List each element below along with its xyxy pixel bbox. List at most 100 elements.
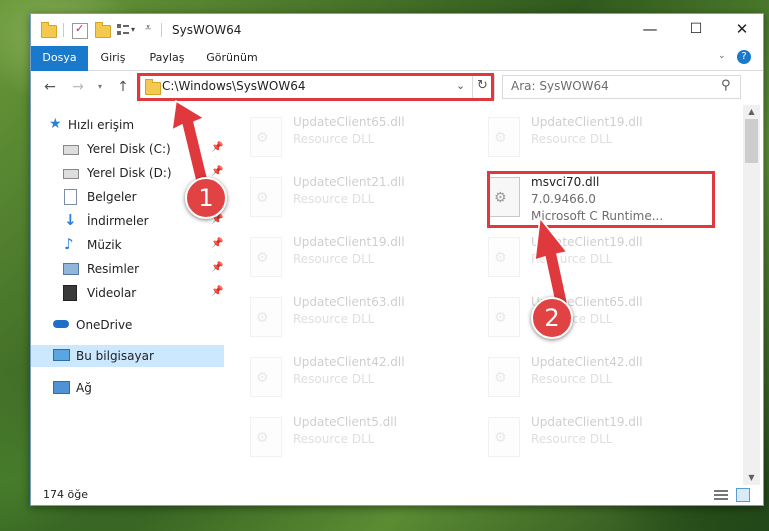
nav-item-network[interactable]: Ağ xyxy=(31,377,224,399)
list-item[interactable]: ⚙ UpdateClient65.dll Resource DLL xyxy=(488,293,718,341)
details-view-icon[interactable] xyxy=(714,489,728,501)
scrollbar-thumb[interactable] xyxy=(745,119,758,163)
tab-view[interactable]: Görünüm xyxy=(196,46,268,70)
nav-item-label: Videolar xyxy=(87,286,137,300)
recent-locations-button[interactable]: ▾ xyxy=(90,77,110,97)
nav-item-music[interactable]: ♪ Müzik 📌 xyxy=(31,234,224,256)
list-item[interactable]: ⚙ UpdateClient63.dll Resource DLL xyxy=(250,293,480,341)
list-item[interactable]: ⚙ UpdateClient42.dll Resource DLL xyxy=(250,353,480,401)
vertical-scrollbar[interactable]: ▲ ▼ xyxy=(743,105,760,485)
title-separator xyxy=(161,23,162,37)
item-count: 174 öğe xyxy=(43,488,88,501)
properties-icon[interactable]: ✓ xyxy=(72,22,88,39)
file-type: Resource DLL xyxy=(531,372,613,386)
nav-item-quick-access[interactable]: ★ Hızlı erişim xyxy=(31,114,224,136)
file-type: Resource DLL xyxy=(531,252,613,266)
list-item[interactable]: ⚙ UpdateClient21.dll Resource DLL xyxy=(250,173,480,221)
cloud-icon xyxy=(53,320,69,328)
minimize-button[interactable]: — xyxy=(627,14,673,44)
file-type: Resource DLL xyxy=(293,192,375,206)
address-highlight-box xyxy=(137,73,494,101)
dll-file-icon: ⚙ xyxy=(488,297,520,337)
help-icon[interactable]: ? xyxy=(737,50,751,64)
navigation-pane: ★ Hızlı erişim Yerel Disk (C:) 📌 Yerel D… xyxy=(31,105,226,485)
chevron-down-icon[interactable]: ▾ xyxy=(131,25,135,41)
nav-item-label: Bu bilgisayar xyxy=(76,349,154,363)
forward-button[interactable]: → xyxy=(68,77,88,97)
dll-file-icon: ⚙ xyxy=(488,417,520,457)
search-icon[interactable]: ⚲ xyxy=(721,78,731,93)
file-name: UpdateClient65.dll xyxy=(293,115,405,129)
dll-file-icon: ⚙ xyxy=(488,237,520,277)
dll-file-icon: ⚙ xyxy=(250,177,282,217)
ribbon-tabs: Dosya Giriş Paylaş Görünüm ⌄ ? xyxy=(31,46,763,94)
maximize-button[interactable]: ☐ xyxy=(673,14,719,44)
file-name: UpdateClient42.dll xyxy=(293,355,405,369)
network-icon xyxy=(53,381,70,394)
view-menu-icon[interactable] xyxy=(117,24,129,36)
dll-file-icon: ⚙ xyxy=(250,117,282,157)
up-button[interactable]: ↑ xyxy=(113,77,133,97)
file-name: UpdateClient21.dll xyxy=(293,175,405,189)
ribbon-expand-icon[interactable]: ⌄ xyxy=(718,51,726,61)
drive-icon xyxy=(63,169,79,179)
list-item[interactable]: ⚙ UpdateClient19.dll Resource DLL xyxy=(250,233,480,281)
new-folder-icon[interactable] xyxy=(95,22,111,38)
nav-item-videos[interactable]: Videolar 📌 xyxy=(31,282,224,304)
file-type: Resource DLL xyxy=(293,252,375,266)
pin-icon: 📌 xyxy=(211,262,224,273)
dll-file-icon: ⚙ xyxy=(250,357,282,397)
pin-icon: 📌 xyxy=(211,142,224,153)
documents-icon xyxy=(64,189,77,205)
tab-home[interactable]: Giriş xyxy=(88,46,138,70)
window-folder-icon xyxy=(41,22,57,38)
file-name: UpdateClient19.dll xyxy=(531,415,643,429)
file-type: Resource DLL xyxy=(293,132,375,146)
computer-icon xyxy=(53,349,70,361)
nav-item-label: Hızlı erişim xyxy=(68,118,135,132)
scroll-down-icon[interactable]: ▼ xyxy=(743,471,760,485)
nav-item-label: İndirmeler xyxy=(87,214,149,228)
file-name: UpdateClient19.dll xyxy=(531,115,643,129)
drive-icon xyxy=(63,145,79,155)
search-input[interactable]: Ara: SysWOW64 ⚲ xyxy=(502,75,741,99)
file-highlight-box xyxy=(487,171,715,228)
list-item[interactable]: ⚙ UpdateClient19.dll Resource DLL xyxy=(488,113,718,161)
dll-file-icon: ⚙ xyxy=(250,417,282,457)
nav-item-local-disk-c[interactable]: Yerel Disk (C:) 📌 xyxy=(31,138,224,160)
list-item[interactable]: ⚙ UpdateClient19.dll Resource DLL xyxy=(488,413,718,461)
nav-item-label: Resimler xyxy=(87,262,140,276)
window-title: SysWOW64 xyxy=(172,23,242,37)
music-icon: ♪ xyxy=(64,235,74,253)
dll-file-icon: ⚙ xyxy=(488,357,520,397)
tiles-view-icon[interactable] xyxy=(736,488,750,502)
nav-item-pictures[interactable]: Resimler 📌 xyxy=(31,258,224,280)
back-button[interactable]: ← xyxy=(40,77,60,97)
list-item[interactable]: ⚙ UpdateClient65.dll Resource DLL xyxy=(250,113,480,161)
file-name: UpdateClient19.dll xyxy=(293,235,405,249)
search-placeholder: Ara: SysWOW64 xyxy=(511,79,609,93)
nav-item-label: OneDrive xyxy=(76,318,133,332)
tab-share[interactable]: Paylaş xyxy=(138,46,196,70)
pictures-icon xyxy=(63,263,79,275)
list-item[interactable]: ⚙ UpdateClient19.dll Resource DLL xyxy=(488,233,718,281)
videos-icon xyxy=(63,285,77,301)
pin-icon: 📌 xyxy=(211,286,224,297)
list-item[interactable]: ⚙ UpdateClient42.dll Resource DLL xyxy=(488,353,718,401)
close-button[interactable]: ✕ xyxy=(719,14,763,44)
pin-icon: 📌 xyxy=(211,238,224,249)
status-bar: 174 öğe xyxy=(31,485,763,505)
title-bar: ✓ ▾ ⩡ SysWOW64 — ☐ ✕ xyxy=(31,14,763,46)
nav-item-onedrive[interactable]: OneDrive xyxy=(31,314,224,336)
list-item[interactable]: ⚙ UpdateClient5.dll Resource DLL xyxy=(250,413,480,461)
nav-item-label: Belgeler xyxy=(87,190,137,204)
file-type: Resource DLL xyxy=(531,132,613,146)
download-icon: ↓ xyxy=(64,211,77,229)
nav-item-this-pc[interactable]: Bu bilgisayar xyxy=(31,345,224,367)
nav-item-label: Yerel Disk (C:) xyxy=(87,142,171,156)
pin-icon: 📌 xyxy=(211,166,224,177)
dll-file-icon: ⚙ xyxy=(488,117,520,157)
customize-toolbar-icon[interactable]: ⩡ xyxy=(145,21,151,37)
file-name: UpdateClient5.dll xyxy=(293,415,397,429)
scroll-up-icon[interactable]: ▲ xyxy=(743,105,760,119)
